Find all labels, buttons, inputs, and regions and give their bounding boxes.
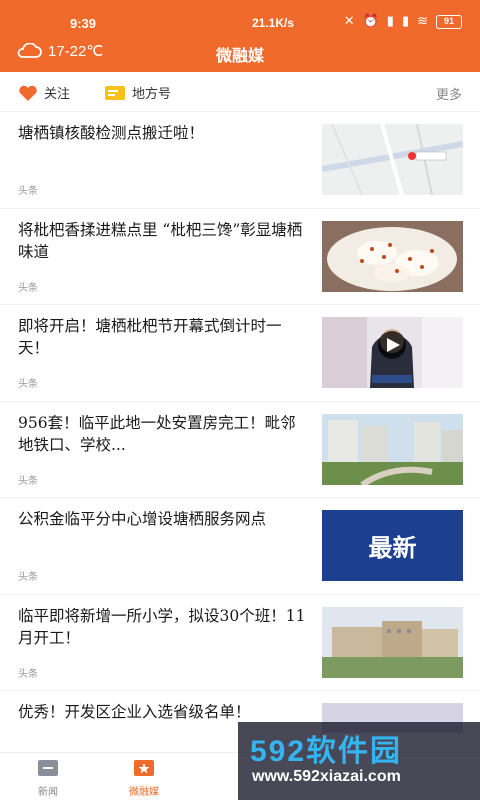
wifi-icon: ≋ [417,14,428,29]
mute-icon: ✕ [343,14,355,29]
food-thumbnail [322,220,463,292]
article-title: 公积金临平分中心增设塘栖服务网点 [18,510,267,528]
article-tag: 头条 [18,379,38,390]
watermark-url: www.592xiazai.com [252,768,401,785]
article-tag: 头条 [18,475,38,487]
article-tag: 头条 [18,186,38,197]
list-item[interactable]: 即将开启！塘栖枇杷节开幕式倒计时一天！ 头条 [0,305,480,402]
list-item[interactable]: 公积金临平分中心增设塘栖服务网点 头条 最新 [0,498,480,595]
list-item[interactable]: 956套！临平此地一处安置房完工！毗邻地铁口、学校... 头条 [0,402,480,498]
alarm-icon: ⏰ [362,14,379,29]
article-tag: 头条 [18,282,38,294]
status-time: 9:39 [70,16,97,31]
subnav-item-follow[interactable]: 关注 [18,83,70,102]
article-title: 即将开启！塘栖枇杷节开幕式倒计时一天！ [18,317,282,357]
news-feed: 塘栖镇核酸检测点搬迁啦！ 头条 将枇杷香揉进糕点里 “枇杷三馋”彰显塘栖味道 头… [0,112,480,788]
map-thumbnail [322,124,463,195]
card-icon [105,85,125,100]
school-thumbnail [322,606,463,678]
list-item[interactable]: 将枇杷香揉进糕点里 “枇杷三馋”彰显塘栖味道 头条 [0,209,480,305]
article-title: 将枇杷香揉进糕点里 “枇杷三馋”彰显塘栖味道 [18,220,303,261]
list-item[interactable]: 塘栖镇核酸检测点搬迁啦！ 头条 [0,112,480,209]
heart-icon [19,85,37,101]
article-tag: 头条 [18,668,38,680]
tab-media[interactable]: 微融媒 [104,759,184,798]
article-title: 优秀！开发区企业入选省级名单！ [18,703,251,721]
article-title: 塘栖镇核酸检测点搬迁啦！ [18,124,205,142]
subnav-item-local[interactable]: 地方号 [104,83,171,102]
video-thumbnail [322,317,463,388]
banner-text: 最新 [368,533,417,562]
status-bar: 9:39 21.1K/s ✕ ⏰ ▮ ▮ ≋ 91 [0,0,480,34]
page-title: 微融媒 [215,46,264,65]
tab-news[interactable]: 新闻 [8,759,88,798]
list-item[interactable]: 临平即将新增一所小学，拟设30个班！11月开工！ 头条 [0,595,480,691]
media-icon [134,760,154,776]
network-speed: 21.1K/s [252,16,295,30]
tab-label: 微融媒 [129,787,159,798]
signal-icon: ▮ [401,14,410,29]
battery-icon: 91 [436,15,462,29]
header-bar: 9:39 21.1K/s ✕ ⏰ ▮ ▮ ≋ 91 17-22℃ 微融媒 [0,0,480,72]
subnav-item-label: 地方号 [132,87,172,102]
article-title: 956套！临平此地一处安置房完工！毗邻地铁口、学校... [18,413,296,454]
watermark-brand: 592软件园 [250,735,403,768]
news-icon [38,760,58,776]
app-bar: 17-22℃ 微融媒 [0,36,480,72]
watermark: 592软件园 www.592xiazai.com [238,722,480,800]
buildings-thumbnail [322,413,463,485]
tab-label: 新闻 [38,787,58,798]
article-title: 临平即将新增一所小学，拟设30个班！11月开工！ [18,606,306,647]
latest-banner: 最新 [322,510,463,581]
signal-icon: ▮ [386,14,394,29]
article-tag: 头条 [18,572,38,583]
subnav-item-label: 关注 [44,87,71,102]
more-link[interactable]: 更多 [436,84,462,103]
subnav: 关注 地方号 更多 [0,74,480,112]
